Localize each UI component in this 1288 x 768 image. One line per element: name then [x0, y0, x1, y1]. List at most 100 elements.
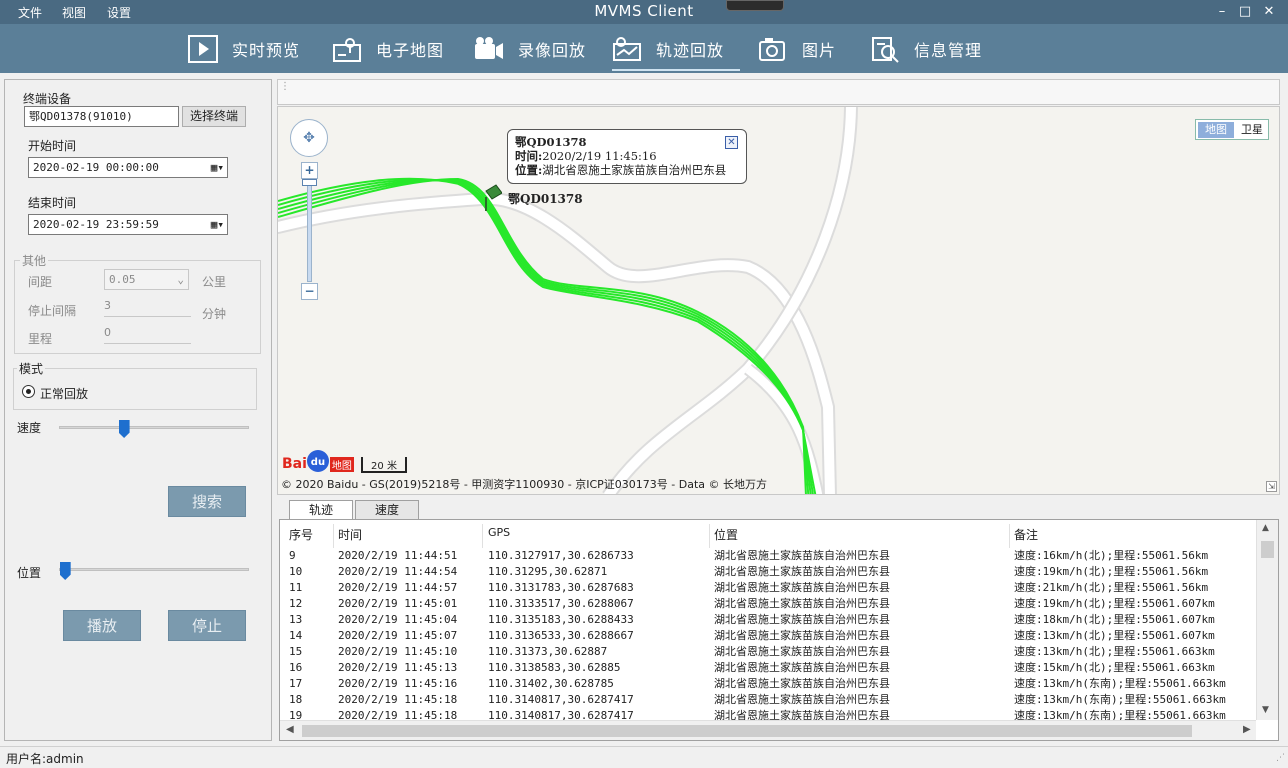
- resize-grip-icon[interactable]: ⋰: [1276, 753, 1285, 763]
- baidu-logo: Bai du 地图: [282, 444, 354, 472]
- distance-value: 0.05: [109, 273, 136, 286]
- map-canvas: [278, 107, 858, 494]
- zoom-slider[interactable]: [307, 180, 312, 282]
- info-manage-icon: [870, 35, 900, 63]
- map-resize-icon[interactable]: ⇲: [1266, 481, 1277, 492]
- map-type-map[interactable]: 地图: [1198, 122, 1234, 138]
- camera-icon: [474, 35, 504, 63]
- speed-slider[interactable]: [59, 426, 249, 429]
- table-row[interactable]: 13 2020/2/19 11:45:04 110.3135183,30.62884…: [280, 612, 1255, 628]
- scale-bar: 20 米: [361, 457, 407, 473]
- table-row[interactable]: 17 2020/2/19 11:45:16 110.31402,30.628785 湖…: [280, 676, 1255, 692]
- scroll-right-icon[interactable]: ▶: [1243, 724, 1251, 735]
- table-row[interactable]: 15 2020/2/19 11:45:10 110.31373,30.62887 湖北…: [280, 644, 1255, 660]
- position-label: 位置: [17, 566, 42, 580]
- play-button[interactable]: 播放: [63, 610, 141, 641]
- mode-group-label: 模式: [17, 360, 46, 377]
- scale-label: 20 米: [371, 461, 397, 472]
- stop-interval-value[interactable]: 3: [104, 299, 111, 312]
- cell-time: 2020/2/19 11:45:10: [338, 645, 458, 658]
- table-row[interactable]: 10 2020/2/19 11:44:54 110.31295,30.62871 湖北…: [280, 564, 1255, 580]
- table-row[interactable]: 16 2020/2/19 11:45:13 110.3138583,30.62885…: [280, 660, 1255, 676]
- map-type-satellite[interactable]: 卫星: [1236, 122, 1268, 138]
- col-header-remark: 备注: [1014, 528, 1039, 542]
- cell-remark: 速度:19km/h(北);里程:55061.56km: [1014, 565, 1209, 578]
- table-row[interactable]: 11 2020/2/19 11:44:57 110.3131783,30.62876…: [280, 580, 1255, 596]
- horizontal-scroll-thumb[interactable]: [302, 725, 1192, 737]
- horizontal-scrollbar[interactable]: ◀ ▶: [280, 720, 1256, 740]
- maximize-button[interactable]: □: [1236, 3, 1254, 21]
- tab-speed[interactable]: 速度: [355, 500, 419, 519]
- zoom-out-button[interactable]: −: [301, 283, 318, 300]
- tab-video-playback[interactable]: 录像回放: [474, 30, 586, 68]
- tab-realtime-preview[interactable]: 实时预览: [188, 30, 300, 68]
- tab-label: 信息管理: [914, 41, 983, 60]
- close-button[interactable]: ✕: [1260, 3, 1278, 21]
- end-time-input[interactable]: 2020-02-19 23:59:59 ▦▾: [28, 214, 228, 235]
- end-time-label: 结束时间: [28, 196, 77, 210]
- pan-control[interactable]: ✥: [290, 119, 328, 157]
- tab-pictures[interactable]: 图片: [758, 30, 836, 68]
- mode-radio[interactable]: [22, 385, 35, 398]
- col-header-time: 时间: [338, 528, 363, 542]
- tab-track[interactable]: 轨迹: [289, 500, 353, 519]
- start-time-label: 开始时间: [28, 139, 77, 153]
- vehicle-marker-icon[interactable]: [484, 183, 503, 211]
- cell-remark: 速度:15km/h(北);里程:55061.663km: [1014, 661, 1215, 674]
- cell-remark: 速度:21km/h(北);里程:55061.56km: [1014, 581, 1209, 594]
- speed-slider-thumb[interactable]: [118, 420, 130, 438]
- vertical-scroll-thumb[interactable]: [1261, 541, 1274, 558]
- scroll-left-icon[interactable]: ◀: [286, 724, 294, 735]
- vehicle-info-popup: 鄂QD01378 时间:2020/2/19 11:45:16 位置:湖北省恩施土…: [507, 129, 747, 184]
- col-header-location: 位置: [714, 528, 739, 542]
- position-slider-thumb[interactable]: [59, 562, 71, 580]
- search-button[interactable]: 搜索: [168, 486, 246, 517]
- cell-gps: 110.31295,30.62871: [488, 565, 608, 578]
- terminal-label: 终端设备: [23, 92, 72, 106]
- mileage-value[interactable]: 0: [104, 326, 111, 339]
- popup-title: 鄂QD01378: [515, 135, 587, 149]
- scroll-down-icon[interactable]: ▼: [1262, 705, 1269, 715]
- terminal-input[interactable]: 鄂QD01378(91010): [24, 106, 179, 127]
- grip-icon: ⋮: [280, 81, 290, 92]
- calendar-icon[interactable]: ▦▾: [211, 158, 224, 177]
- tab-electronic-map[interactable]: 电子地图: [332, 30, 444, 68]
- select-terminal-button[interactable]: 选择终端: [182, 106, 246, 127]
- table-row[interactable]: 14 2020/2/19 11:45:07 110.3136533,30.62886…: [280, 628, 1255, 644]
- scroll-up-icon[interactable]: ▲: [1262, 523, 1269, 533]
- cell-index: 10: [289, 565, 303, 578]
- stop-button[interactable]: 停止: [168, 610, 246, 641]
- position-slider[interactable]: [59, 568, 249, 571]
- map-type-switch: 地图 卫星: [1195, 119, 1269, 140]
- cell-gps: 110.3133517,30.6288067: [488, 597, 634, 610]
- zoom-in-button[interactable]: +: [301, 162, 318, 179]
- table-row[interactable]: 12 2020/2/19 11:45:01 110.3133517,30.62880…: [280, 596, 1255, 612]
- table-row[interactable]: 18 2020/2/19 11:45:18 110.3140817,30.62874…: [280, 692, 1255, 708]
- title-bar: 文件 视图 设置 MVMS Client – □ ✕: [0, 0, 1288, 24]
- track-icon: [612, 35, 642, 63]
- cell-gps: 110.3131783,30.6287683: [488, 581, 634, 594]
- tab-info-management[interactable]: 信息管理: [870, 30, 982, 68]
- start-time-input[interactable]: 2020-02-19 00:00:00 ▦▾: [28, 157, 228, 178]
- distance-label: 间距: [28, 275, 53, 289]
- vertical-scrollbar[interactable]: ▲ ▼: [1256, 520, 1278, 720]
- cell-remark: 速度:19km/h(北);里程:55061.607km: [1014, 597, 1215, 610]
- close-icon[interactable]: ✕: [725, 136, 738, 149]
- cell-time: 2020/2/19 11:45:07: [338, 629, 458, 642]
- table-row[interactable]: 9 2020/2/19 11:44:51 110.3127917,30.628673…: [280, 548, 1255, 564]
- start-time-value: 2020-02-19 00:00:00: [33, 161, 159, 174]
- camera-notch: [726, 0, 784, 11]
- minimize-button[interactable]: –: [1213, 3, 1231, 21]
- cell-remark: 速度:16km/h(北);里程:55061.56km: [1014, 549, 1209, 562]
- distance-select[interactable]: 0.05 ⌄: [104, 269, 189, 290]
- stop-interval-label: 停止间隔: [28, 304, 77, 318]
- map-view[interactable]: ✥ + − 地图 卫星 鄂QD01378 鄂QD01378 时间:2020/2/…: [277, 106, 1280, 495]
- cell-time: 2020/2/19 11:45:13: [338, 661, 458, 674]
- cell-remark: 速度:13km/h(北);里程:55061.607km: [1014, 629, 1215, 642]
- tab-track-playback[interactable]: 轨迹回放: [612, 30, 741, 71]
- calendar-icon[interactable]: ▦▾: [211, 215, 224, 234]
- result-tabs: 轨迹 速度: [277, 500, 1280, 519]
- zoom-slider-thumb[interactable]: [302, 179, 317, 186]
- cell-index: 14: [289, 629, 303, 642]
- track-view: ⋮ ✥ + − 地图 卫星 鄂QD01378 鄂QD01378 时间:2020/…: [277, 79, 1280, 741]
